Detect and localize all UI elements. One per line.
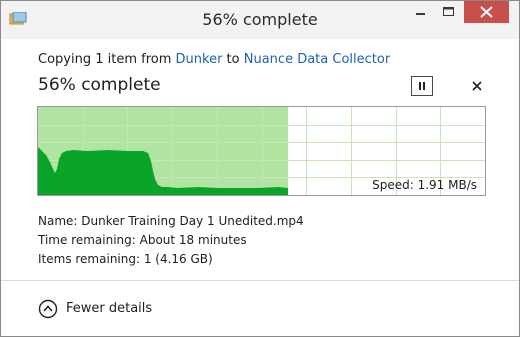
close-icon [472, 81, 482, 91]
speed-label: Speed: 1.91 MB/s [372, 178, 477, 192]
details-list: Name: Dunker Training Day 1 Unedited.mp4… [38, 212, 304, 269]
cancel-button[interactable] [467, 76, 487, 96]
divider [1, 280, 519, 281]
chevron-up-circle-icon [38, 299, 58, 319]
pause-button[interactable] [411, 76, 433, 96]
items-remaining: Items remaining: 1 (4.16 GB) [38, 252, 213, 266]
source-link[interactable]: Dunker [176, 52, 223, 67]
dialog-content: Copying 1 item from Dunker to Nuance Dat… [1, 39, 519, 336]
copy-summary: Copying 1 item from Dunker to Nuance Dat… [38, 52, 390, 67]
pause-icon [419, 82, 425, 90]
destination-link[interactable]: Nuance Data Collector [244, 52, 390, 67]
transfer-speed-graph: Speed: 1.91 MB/s [37, 106, 486, 196]
fewer-details-label: Fewer details [66, 301, 153, 316]
copy-dialog-window: 56% complete Copying 1 item from Dunker … [0, 0, 520, 337]
file-name: Name: Dunker Training Day 1 Unedited.mp4 [38, 214, 304, 228]
close-window-button[interactable] [464, 1, 509, 23]
time-remaining: Time remaining: About 18 minutes [38, 233, 247, 247]
close-icon [480, 6, 493, 18]
progress-heading: 56% complete [38, 75, 161, 95]
minimize-button[interactable] [407, 1, 434, 23]
title-bar[interactable]: 56% complete [1, 1, 519, 39]
copy-prefix: Copying 1 item from [38, 52, 176, 67]
maximize-button[interactable] [435, 1, 462, 23]
copy-joiner: to [222, 52, 244, 67]
